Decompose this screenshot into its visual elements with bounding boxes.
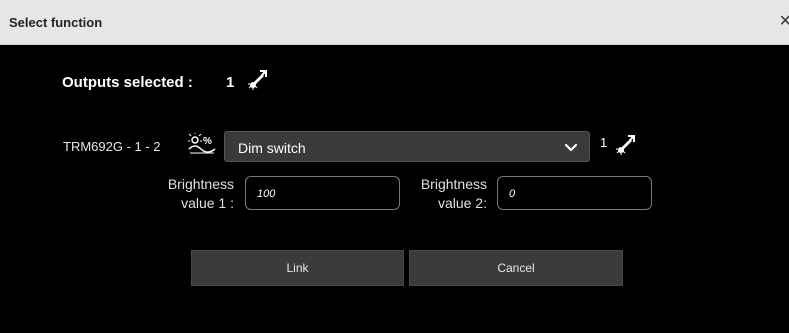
- device-label: TRM692G - 1 - 2: [63, 139, 161, 154]
- dim-percent-icon: %: [188, 133, 216, 155]
- close-icon[interactable]: ×: [779, 11, 789, 31]
- function-select-value: Dim switch: [238, 140, 306, 156]
- dialog-titlebar: Select function ×: [0, 0, 789, 45]
- light-bulb-output-icon: [616, 133, 636, 155]
- brightness-value-2-label: Brightness value 2:: [420, 176, 487, 211]
- link-button[interactable]: Link: [191, 250, 404, 286]
- brightness-value-1-label: Brightness value 1 :: [167, 176, 234, 211]
- cancel-button[interactable]: Cancel: [409, 250, 623, 286]
- dialog-title: Select function: [9, 15, 103, 30]
- svg-text:%: %: [203, 136, 212, 147]
- chevron-down-icon: [564, 143, 578, 152]
- function-select[interactable]: Dim switch: [224, 131, 590, 162]
- outputs-selected-label: Outputs selected :: [62, 74, 193, 91]
- light-bulb-output-icon: [248, 68, 268, 90]
- brightness-value-2-input[interactable]: 0: [497, 176, 652, 210]
- outputs-selected-count: 1: [226, 74, 235, 91]
- row-output-count: 1: [600, 135, 608, 150]
- brightness-value-1-input[interactable]: 100: [245, 176, 400, 210]
